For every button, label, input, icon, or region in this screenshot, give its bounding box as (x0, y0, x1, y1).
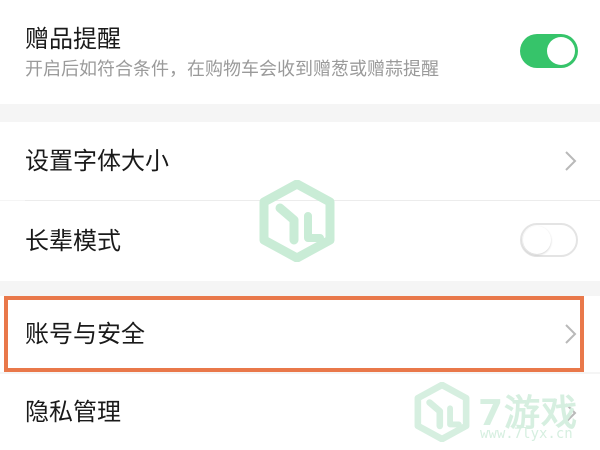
account-security-row[interactable]: 账号与安全 (0, 296, 600, 372)
privacy-title: 隐私管理 (25, 398, 121, 426)
elder-mode-toggle[interactable] (520, 223, 578, 257)
toggle-knob (523, 226, 551, 254)
gift-reminder-toggle[interactable] (520, 34, 578, 68)
watermark-url: www.7lyx.cn (480, 426, 573, 442)
gift-reminder-title: 赠品提醒 (25, 25, 121, 53)
gift-reminder-row: 赠品提醒 开启后如符合条件，在购物车会收到赠葱或赠蒜提醒 (0, 0, 600, 104)
elder-mode-title: 长辈模式 (25, 227, 121, 255)
watermark-logo-icon (414, 382, 470, 442)
watermark-logo-icon (259, 180, 335, 262)
watermark-corner: 7游戏 www.7lyx.cn (412, 378, 600, 450)
chevron-right-icon (565, 151, 577, 171)
gift-reminder-subtitle: 开启后如符合条件，在购物车会收到赠葱或赠蒜提醒 (25, 59, 439, 80)
font-size-title: 设置字体大小 (25, 147, 169, 175)
toggle-knob (547, 37, 575, 65)
chevron-right-icon (565, 324, 577, 344)
account-security-title: 账号与安全 (25, 320, 145, 348)
